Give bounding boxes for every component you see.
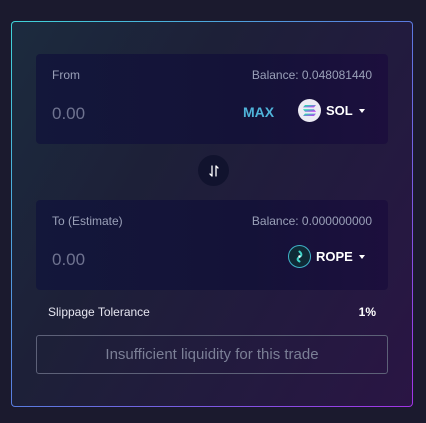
swap-card-frame: From Balance: 0.048081440 0.00 MAX SOL T… [11, 21, 413, 407]
to-balance: Balance: 0.000000000 [251, 214, 372, 228]
from-token-symbol: SOL [326, 103, 353, 118]
swap-direction-icon [208, 164, 219, 177]
swap-direction-button[interactable] [198, 155, 229, 186]
from-label: From [52, 68, 80, 82]
to-amount-input[interactable]: 0.00 [52, 250, 85, 270]
from-panel: From Balance: 0.048081440 0.00 MAX SOL [36, 54, 388, 144]
to-label: To (Estimate) [52, 214, 123, 228]
from-amount-input[interactable]: 0.00 [52, 104, 85, 124]
from-token-selector[interactable]: SOL [298, 99, 365, 122]
slippage-value[interactable]: 1% [359, 305, 376, 319]
to-token-symbol: ROPE [316, 249, 353, 264]
slippage-label: Slippage Tolerance [48, 305, 150, 319]
swap-submit-button[interactable]: Insufficient liquidity for this trade [36, 335, 388, 374]
from-balance: Balance: 0.048081440 [251, 68, 372, 82]
chevron-down-icon [358, 108, 365, 113]
solana-logo-icon [298, 99, 321, 122]
swap-card: From Balance: 0.048081440 0.00 MAX SOL T… [12, 22, 412, 406]
to-token-selector[interactable]: ROPE [288, 245, 365, 268]
max-button[interactable]: MAX [243, 104, 274, 120]
chevron-down-icon [358, 254, 365, 259]
to-panel: To (Estimate) Balance: 0.000000000 0.00 … [36, 200, 388, 290]
rope-logo-icon [288, 245, 311, 268]
